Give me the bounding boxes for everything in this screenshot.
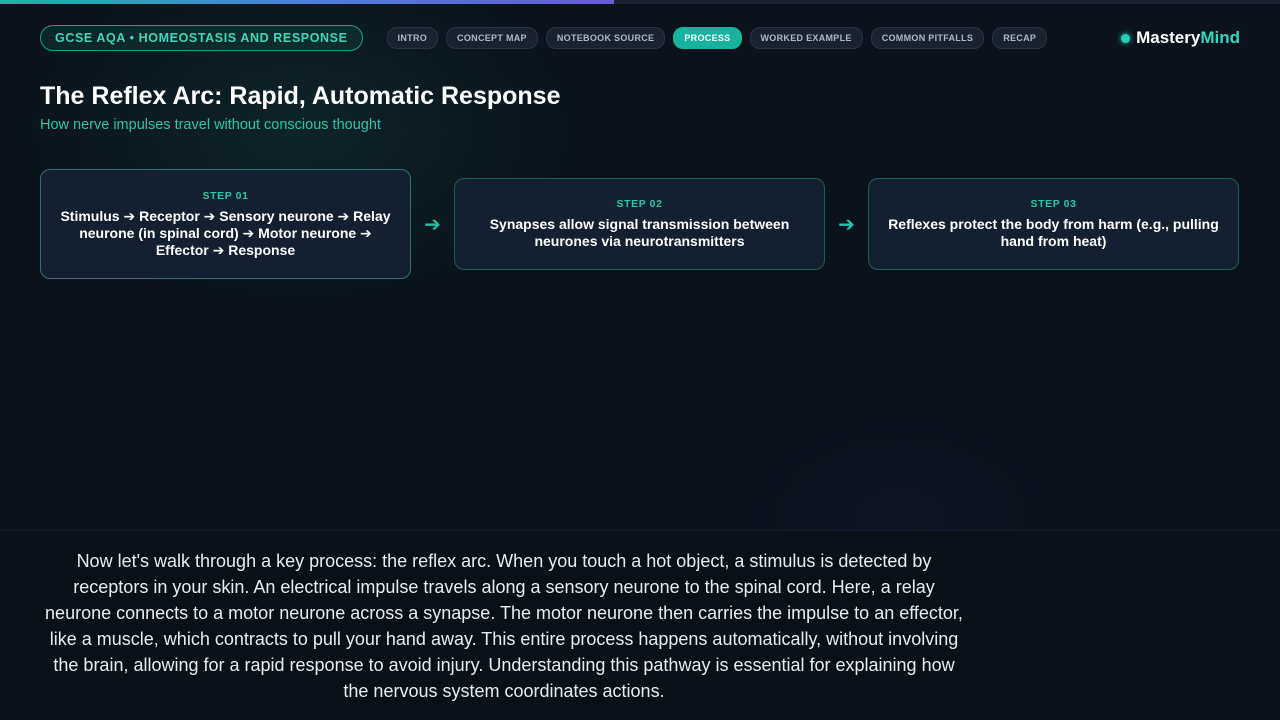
step-text: Reflexes protect the body from harm (e.g…	[888, 216, 1219, 249]
page-title: The Reflex Arc: Rapid, Automatic Respons…	[40, 82, 561, 110]
brand-name-part1: Mastery	[1136, 28, 1201, 47]
step-label: STEP 02	[616, 198, 663, 210]
arrow-right-icon: ➔	[838, 213, 855, 236]
page-subtitle: How nerve impulses travel without consci…	[40, 117, 381, 133]
tab-notebook-source[interactable]: NOTEBOOK SOURCE	[545, 27, 666, 49]
tab-common-pitfalls[interactable]: COMMON PITFALLS	[870, 27, 985, 49]
tab-worked-example[interactable]: WORKED EXAMPLE	[749, 27, 863, 49]
step-card-3: STEP 03 Reflexes protect the body from h…	[868, 178, 1239, 270]
tab-recap[interactable]: RECAP	[992, 27, 1048, 49]
top-bar: GCSE AQA • HOMEOSTASIS AND RESPONSE INTR…	[40, 24, 1240, 52]
lesson-slide: GCSE AQA • HOMEOSTASIS AND RESPONSE INTR…	[0, 0, 1280, 720]
brand-logo: MasteryMind	[1121, 28, 1240, 48]
step-text: Stimulus ➔ Receptor ➔ Sensory neurone ➔ …	[60, 207, 391, 258]
progress-bar	[0, 0, 1280, 4]
brand-name-part2: Mind	[1200, 28, 1240, 47]
step-text: Synapses allow signal transmission betwe…	[489, 216, 790, 249]
section-tabs: INTRO CONCEPT MAP NOTEBOOK SOURCE PROCES…	[386, 27, 1048, 49]
tab-concept-map[interactable]: CONCEPT MAP	[446, 27, 538, 49]
arrow-right-icon: ➔	[424, 213, 441, 236]
step-label: STEP 01	[202, 189, 249, 202]
progress-bar-fill	[0, 0, 615, 4]
tab-intro[interactable]: INTRO	[386, 27, 439, 49]
narration-caption: Now let's walk through a key process: th…	[45, 551, 963, 701]
step-card-2: STEP 02 Synapses allow signal transmissi…	[454, 178, 825, 270]
process-steps: STEP 01 Stimulus ➔ Receptor ➔ Sensory ne…	[40, 168, 1240, 280]
course-label: GCSE AQA • HOMEOSTASIS AND RESPONSE	[40, 25, 363, 51]
tab-process[interactable]: PROCESS	[673, 27, 742, 49]
status-dot-icon	[1121, 33, 1131, 43]
step-label: STEP 03	[1030, 198, 1077, 210]
step-card-1: STEP 01 Stimulus ➔ Receptor ➔ Sensory ne…	[40, 169, 411, 279]
